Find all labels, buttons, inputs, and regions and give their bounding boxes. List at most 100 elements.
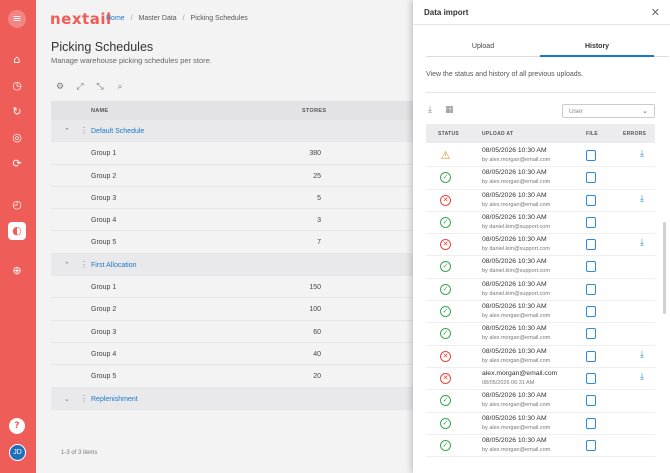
table-row[interactable]: Group 3 60 [51, 321, 413, 343]
store-count: 7 [317, 239, 321, 247]
file-icon[interactable] [586, 172, 596, 184]
breadcrumb-home[interactable]: Home [106, 15, 125, 22]
expand-icon[interactable]: ⤢ [74, 82, 86, 92]
success-icon: ✓ [440, 306, 451, 318]
calendar-icon[interactable]: ▦ [445, 105, 454, 115]
file-icon[interactable] [586, 350, 596, 362]
table-row[interactable]: Group 5 20 [51, 365, 413, 388]
refresh-icon[interactable]: ↻ [8, 103, 26, 121]
success-icon: ✓ [440, 283, 451, 295]
more-options-icon[interactable]: ⋮ [80, 260, 88, 269]
download-errors-icon[interactable]: ⤓ [640, 238, 644, 248]
uploader: by daniel.kim@support.com [482, 223, 550, 230]
panel-scrollbar[interactable] [663, 222, 666, 314]
add-circle-icon[interactable]: ⊕ [8, 262, 26, 280]
tab-history[interactable]: History [540, 43, 654, 57]
more-options-icon[interactable]: ⋮ [80, 394, 88, 403]
close-icon[interactable]: ✕ [651, 6, 660, 19]
clock-icon[interactable]: ◴ [8, 196, 26, 214]
upload-row: ✓ 08/05/2026 10:30 AM by daniel.kim@suppor… [426, 279, 655, 302]
table-row[interactable]: Group 3 5 [51, 187, 413, 210]
table-row[interactable]: Group 2 25 [51, 165, 413, 187]
file-icon[interactable] [586, 216, 596, 228]
help-icon[interactable]: ? [9, 418, 25, 434]
home-icon[interactable]: ⌂ [8, 51, 26, 69]
schedule-group-row[interactable]: ⌃ ⋮ First Allocation [51, 253, 413, 277]
file-icon[interactable] [586, 150, 596, 161]
download-errors-icon[interactable]: ⤓ [640, 372, 644, 382]
uploader: by alex.morgan@email.com [482, 446, 551, 453]
group-name: Group 2 [91, 172, 117, 180]
side-rail: ≡ ⌂ ◷ ↻ ◎ ⟳ ◴ ◐ ⊕ ? JD [0, 0, 36, 473]
sync-icon[interactable]: ⟳ [8, 155, 26, 173]
target-icon[interactable]: ◎ [8, 129, 26, 147]
file-icon[interactable] [586, 328, 596, 340]
more-options-icon[interactable]: ⋮ [80, 126, 88, 135]
success-icon: ✓ [440, 417, 451, 429]
panel-tabs: Upload History [426, 39, 669, 57]
brand-logo[interactable]: nextail [50, 10, 112, 28]
table-row[interactable]: Group 4 3 [51, 209, 413, 232]
store-count: 3 [317, 217, 321, 225]
store-count: 380 [309, 150, 321, 158]
upload-row: ✓ 08/05/2026 10:30 AM by daniel.kim@suppor… [426, 212, 655, 235]
collapse-icon[interactable]: ⤡ [94, 82, 106, 92]
file-icon[interactable] [586, 283, 596, 295]
table-row[interactable]: Group 5 7 [51, 231, 413, 254]
chevron-up-icon[interactable]: ⌃ [64, 261, 70, 269]
schedule-group-name[interactable]: Replenishment [91, 396, 138, 403]
user-filter-select[interactable]: User ⌄ [562, 104, 655, 118]
download-icon[interactable]: ⤓ [428, 105, 432, 115]
success-icon: ✓ [440, 261, 451, 273]
schedule-group-row[interactable]: ⌄ ⋮ Replenishment [51, 387, 413, 410]
dashboard-icon[interactable]: ◷ [8, 77, 26, 95]
breadcrumb-master-data[interactable]: Master Data [139, 15, 177, 22]
table-row[interactable]: Group 2 100 [51, 298, 413, 321]
upload-row: ✕ 08/05/2026 10:30 AM by alex.morgan@email… [426, 346, 655, 368]
file-header: FILE [586, 131, 599, 137]
column-stores-header[interactable]: STORES [302, 108, 326, 114]
file-icon[interactable] [586, 261, 596, 273]
table-row[interactable]: Group 1 380 [51, 142, 413, 165]
file-icon[interactable] [586, 417, 596, 429]
store-count: 25 [313, 172, 321, 180]
avatar[interactable]: JD [9, 444, 26, 461]
upload-row: ✓ 08/05/2026 10:30 AM by alex.morgan@email… [426, 301, 655, 324]
download-errors-icon[interactable]: ⤓ [640, 350, 644, 360]
table-toolbar: ⚙ ⤢ ⤡ ⌕ [54, 82, 126, 92]
panel-header: Data import ✕ [413, 0, 670, 25]
table-row[interactable]: Group 1 150 [51, 276, 413, 299]
chevron-up-icon[interactable]: ⌃ [64, 127, 70, 135]
tab-upload[interactable]: Upload [426, 43, 540, 57]
store-count: 150 [309, 284, 321, 292]
success-icon: ✓ [440, 216, 451, 228]
filter-settings-icon[interactable]: ⚙ [54, 82, 66, 92]
file-icon[interactable] [586, 372, 596, 384]
upload-row: ✓ 08/05/2026 10:30 AM by alex.morgan@email… [426, 413, 655, 435]
menu-toggle-icon[interactable]: ≡ [8, 10, 26, 28]
master-data-icon[interactable]: ◐ [8, 222, 26, 240]
file-icon[interactable] [586, 395, 596, 407]
uploader: by daniel.kim@support.com [482, 268, 550, 275]
search-icon[interactable]: ⌕ [114, 82, 126, 92]
file-icon[interactable] [586, 194, 596, 206]
chevron-down-icon[interactable]: ⌄ [64, 395, 70, 403]
download-errors-icon[interactable]: ⤓ [640, 149, 644, 159]
item-count: 1-3 of 3 items [61, 450, 98, 456]
upload-row: ✓ 08/05/2026 10:30 AM by daniel.kim@suppor… [426, 256, 655, 279]
data-import-panel: Data import ✕ Upload History View the st… [413, 0, 670, 473]
file-icon[interactable] [586, 239, 596, 251]
upload-row: ✕ alex.morgan@email.com 08/05/2026 06:31 A… [426, 368, 655, 391]
uploader: by alex.morgan@email.com [482, 335, 551, 342]
schedule-group-row[interactable]: ⌃ ⋮ Default Schedule [51, 120, 413, 143]
download-errors-icon[interactable]: ⤓ [640, 194, 644, 204]
table-row[interactable]: Group 4 40 [51, 343, 413, 366]
file-icon[interactable] [586, 439, 596, 451]
schedule-group-name[interactable]: First Allocation [91, 262, 137, 269]
group-name: Group 1 [91, 284, 117, 292]
column-name-header[interactable]: NAME [91, 108, 108, 114]
schedule-group-name[interactable]: Default Schedule [91, 128, 144, 135]
file-icon[interactable] [586, 306, 596, 318]
store-count: 60 [313, 328, 321, 336]
uploader: by daniel.kim@support.com [482, 246, 550, 253]
